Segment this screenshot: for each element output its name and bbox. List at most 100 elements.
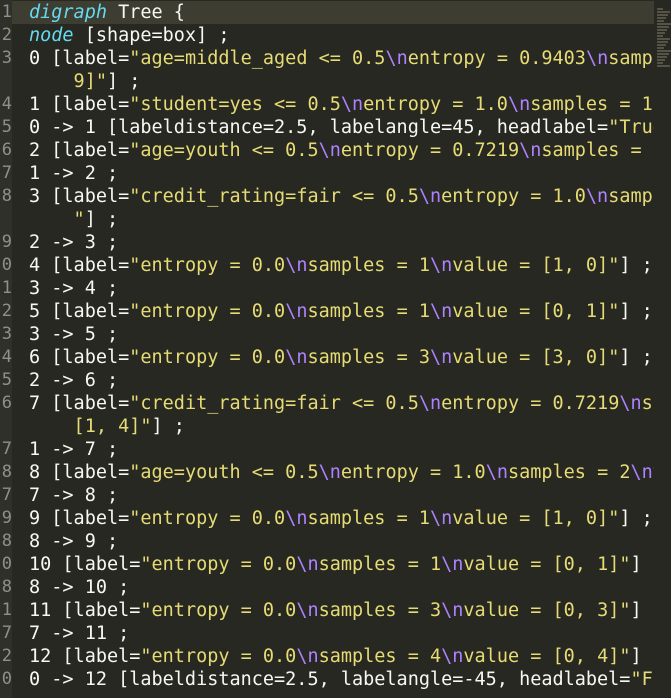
code-line[interactable]: 8 -> 9 ; xyxy=(29,530,118,553)
line-number: 0 xyxy=(1,554,12,574)
line-number: 7 xyxy=(1,623,12,643)
code-token: "age=middle_aged <= 0.5 xyxy=(129,48,386,69)
code-token: value = [0, 1]" xyxy=(452,301,620,322)
minimap-line xyxy=(657,56,667,58)
code-token: \n xyxy=(296,646,319,667)
code-token: \n xyxy=(430,508,453,529)
line-number: 1 xyxy=(1,278,12,298)
code-token: 7 [label= xyxy=(29,393,130,414)
code-line[interactable]: 2 [label="age=youth <= 0.5\nentropy = 0.… xyxy=(29,139,664,162)
line-number: 5 xyxy=(1,370,12,390)
code-token: \n xyxy=(441,554,464,575)
line-number: 5 xyxy=(1,117,12,137)
code-token: \n xyxy=(441,600,464,621)
code-token: 8 -> 10 ; xyxy=(29,577,130,598)
code-line[interactable]: "] ; xyxy=(29,208,119,231)
code-line[interactable]: [1, 4]"] ; xyxy=(29,415,185,438)
code-token: 11 [label= xyxy=(29,600,141,621)
code-token: entropy = 1.0 xyxy=(340,462,486,483)
code-line[interactable]: 11 [label="entropy = 0.0\nsamples = 3\nv… xyxy=(29,599,664,622)
code-token: samples = 1 xyxy=(307,301,430,322)
code-token: samples = 1 xyxy=(307,255,430,276)
code-line[interactable]: 7 [label="credit_rating=fair <= 0.5 \nent… xyxy=(29,392,664,415)
code-token: "entropy = 0.0 xyxy=(140,646,297,667)
minimap-line xyxy=(657,23,671,25)
code-line[interactable]: 0 -> 1 [labeldistance=2.5, labelangle=45… xyxy=(29,116,664,139)
line-number: 3 xyxy=(1,48,12,68)
code-token: "entropy = 0.0 xyxy=(129,255,286,276)
code-line[interactable]: 8 [label="age=youth <= 0.5\nentropy = 1.… xyxy=(29,461,664,484)
code-token: \n xyxy=(619,393,642,414)
code-token: 7 -> 8 ; xyxy=(29,485,119,506)
code-line[interactable]: 0 -> 12 [labeldistance=2.5, labelangle=-… xyxy=(29,668,664,691)
code-token: entropy = 0.7219 xyxy=(441,393,620,414)
line-number: 2 xyxy=(1,25,12,45)
code-token: \n xyxy=(430,347,453,368)
code-token: 0 -> 1 [labeldistance=2.5, labelangle=45… xyxy=(29,117,609,138)
code-token: 0 -> 12 [labeldistance=2.5, labelangle=-… xyxy=(29,669,631,690)
line-number: 1 xyxy=(1,600,12,620)
code-token: \n xyxy=(318,140,341,161)
code-line[interactable]: 8 -> 10 ; xyxy=(29,576,129,599)
code-token: "credit_rating=fair <= 0.5 xyxy=(129,393,419,414)
line-number xyxy=(0,415,12,438)
code-line[interactable]: 6 [label="entropy = 0.0\nsamples = 3\nva… xyxy=(29,346,653,369)
minimap-line xyxy=(657,35,663,37)
code-line[interactable]: 5 [label="entropy = 0.0\nsamples = 1\nva… xyxy=(29,300,653,323)
code-line[interactable]: 3 [label="credit_rating=fair <= 0.5\nent… xyxy=(29,185,664,208)
code-line[interactable]: 12 [label="entropy = 0.0\nsamples = 4\nv… xyxy=(29,645,664,668)
code-line[interactable]: 1 [label="student=yes <= 0.5\nentropy = … xyxy=(29,93,664,116)
code-line[interactable]: 4 [label="entropy = 0.0\nsamples = 1\nva… xyxy=(29,254,653,277)
minimap-line xyxy=(657,50,671,52)
code-token: 2 -> 6 ; xyxy=(29,370,119,391)
code-token: 9 [label= xyxy=(29,508,130,529)
code-token: 10 [label= xyxy=(29,554,141,575)
line-number: 8 xyxy=(1,531,12,551)
code-token: 5 [label= xyxy=(29,301,130,322)
line-number: 7 xyxy=(1,485,12,505)
code-token: " xyxy=(29,209,85,230)
code-token: "entropy = 0.0 xyxy=(140,554,297,575)
line-number: 1 xyxy=(1,2,12,22)
code-token: samples = 1 xyxy=(307,508,430,529)
code-token: entropy = 1.0 xyxy=(363,94,508,115)
code-token: "student=yes <= 0.5 xyxy=(129,94,341,115)
code-token: value = [0, 3]" xyxy=(463,600,631,621)
code-token: entropy = 0.7219 xyxy=(340,140,520,161)
minimap-line xyxy=(657,65,670,67)
code-line[interactable]: digraph Tree { xyxy=(12,1,671,24)
code-line[interactable]: 9 [label="entropy = 0.0\nsamples = 1\nva… xyxy=(29,507,653,530)
code-line[interactable]: 3 -> 5 ; xyxy=(29,323,118,346)
code-token: "age=youth <= 0.5 xyxy=(129,462,319,483)
code-token: \n xyxy=(296,554,319,575)
code-token: \n xyxy=(285,347,308,368)
minimap-line xyxy=(657,20,664,22)
code-line[interactable]: 7 -> 11 ; xyxy=(29,622,129,645)
code-token: \n xyxy=(285,508,308,529)
code-line[interactable]: 1 -> 2 ; xyxy=(29,162,118,185)
code-line[interactable]: 0 [label="age=middle_aged <= 0.5\nentrop… xyxy=(29,47,664,70)
code-line[interactable]: 2 -> 3 ; xyxy=(29,231,118,254)
line-number: 0 xyxy=(1,669,12,689)
code-token: \n xyxy=(318,462,341,483)
minimap-line xyxy=(657,8,663,10)
code-line[interactable]: node [shape=box] ; xyxy=(29,24,230,47)
line-number: 7 xyxy=(1,439,12,459)
code-line[interactable]: 10 [label="entropy = 0.0\nsamples = 1\nv… xyxy=(29,553,664,576)
code-line[interactable]: 2 -> 6 ; xyxy=(29,369,118,392)
code-line[interactable]: 7 -> 8 ; xyxy=(29,484,118,507)
code-token: value = [3, 0]" xyxy=(452,347,620,368)
code-token: 3 -> 4 ; xyxy=(29,278,119,299)
line-number-gutter: 1 2 3 4 5 6 7 8 9 0 1 2 3 4 5 6 7 8 7 9 8 0 8 1 7 2 0 xyxy=(0,0,12,698)
code-token: value = [0, 4]" xyxy=(463,646,631,667)
code-editor[interactable]: 1 2 3 4 5 6 7 8 9 0 1 2 3 4 5 6 7 8 7 9 8 0 8 1 7 2 0 digraph Tree… xyxy=(0,0,671,698)
code-line[interactable]: 3 -> 4 ; xyxy=(29,277,118,300)
line-number xyxy=(0,70,12,93)
code-token: \n xyxy=(507,94,531,115)
code-token: \n xyxy=(441,646,464,667)
minimap-line xyxy=(657,44,666,46)
minimap[interactable] xyxy=(654,0,671,698)
code-line[interactable]: 1 -> 7 ; xyxy=(29,438,118,461)
code-line[interactable]: 9]"] ; xyxy=(29,70,141,93)
code-token: "entropy = 0.0 xyxy=(129,301,286,322)
